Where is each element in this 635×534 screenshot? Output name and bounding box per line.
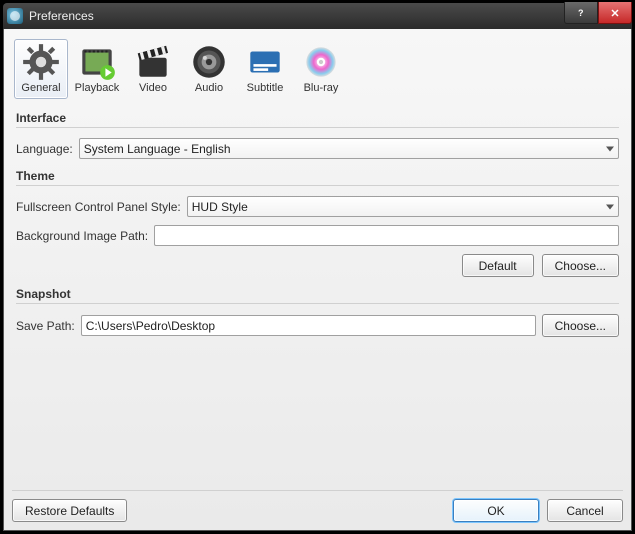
tab-label: Blu-ray [297,82,345,94]
restore-defaults-button[interactable]: Restore Defaults [12,499,127,522]
ok-button[interactable]: OK [453,499,539,522]
section-heading-interface: Interface [16,111,619,128]
choose-bg-button[interactable]: Choose... [542,254,619,277]
section-snapshot: Snapshot Save Path: C:\Users\Pedro\Deskt… [12,287,623,337]
cancel-label: Cancel [566,504,603,518]
fcp-style-combo[interactable]: HUD Style [187,196,619,217]
tab-bluray[interactable]: Blu-ray [294,39,348,99]
save-path-input[interactable]: C:\Users\Pedro\Desktop [81,315,536,336]
ok-label: OK [487,504,504,518]
disc-icon [300,44,342,80]
restore-defaults-label: Restore Defaults [25,504,114,518]
tab-label: General [17,82,65,94]
titlebar[interactable]: Preferences ? [3,3,632,29]
cancel-button[interactable]: Cancel [547,499,623,522]
footer: Restore Defaults OK Cancel [12,490,623,522]
save-path-label: Save Path: [16,319,75,333]
language-combo[interactable]: System Language - English [79,138,619,159]
bg-path-label: Background Image Path: [16,229,148,243]
chevron-down-icon [606,204,614,209]
window-frame: Preferences ? General [0,0,635,534]
speaker-icon [188,44,230,80]
tab-bar: General Playback Video [12,37,623,101]
app-icon [7,8,23,24]
tab-label: Video [129,82,177,94]
chevron-down-icon [606,146,614,151]
tab-audio[interactable]: Audio [182,39,236,99]
svg-text:?: ? [578,8,584,18]
bg-path-input[interactable] [154,225,619,246]
window-title: Preferences [29,9,94,23]
filmstrip-play-icon [76,44,118,80]
default-button-label: Default [479,259,517,273]
help-icon: ? [575,7,587,19]
close-icon [609,7,621,19]
tab-general[interactable]: General [14,39,68,99]
tab-playback[interactable]: Playback [70,39,124,99]
section-interface: Interface Language: System Language - En… [12,111,623,159]
tab-video[interactable]: Video [126,39,180,99]
gear-icon [20,44,62,80]
help-button[interactable]: ? [564,2,598,24]
section-heading-snapshot: Snapshot [16,287,619,304]
default-button[interactable]: Default [462,254,534,277]
clapperboard-icon [132,44,174,80]
language-label: Language: [16,142,73,156]
choose-button-label: Choose... [555,259,606,273]
tab-label: Audio [185,82,233,94]
fcp-style-value: HUD Style [192,200,248,214]
subtitle-icon [244,44,286,80]
tab-subtitle[interactable]: Subtitle [238,39,292,99]
choose-button-label: Choose... [555,319,606,333]
tab-label: Playback [73,82,121,94]
client-area: General Playback Video [3,29,632,531]
close-button[interactable] [598,2,632,24]
save-path-value: C:\Users\Pedro\Desktop [86,319,215,333]
fcp-style-label: Fullscreen Control Panel Style: [16,200,181,214]
language-value: System Language - English [84,142,231,156]
section-heading-theme: Theme [16,169,619,186]
choose-savepath-button[interactable]: Choose... [542,314,619,337]
section-theme: Theme Fullscreen Control Panel Style: HU… [12,169,623,277]
tab-label: Subtitle [241,82,289,94]
